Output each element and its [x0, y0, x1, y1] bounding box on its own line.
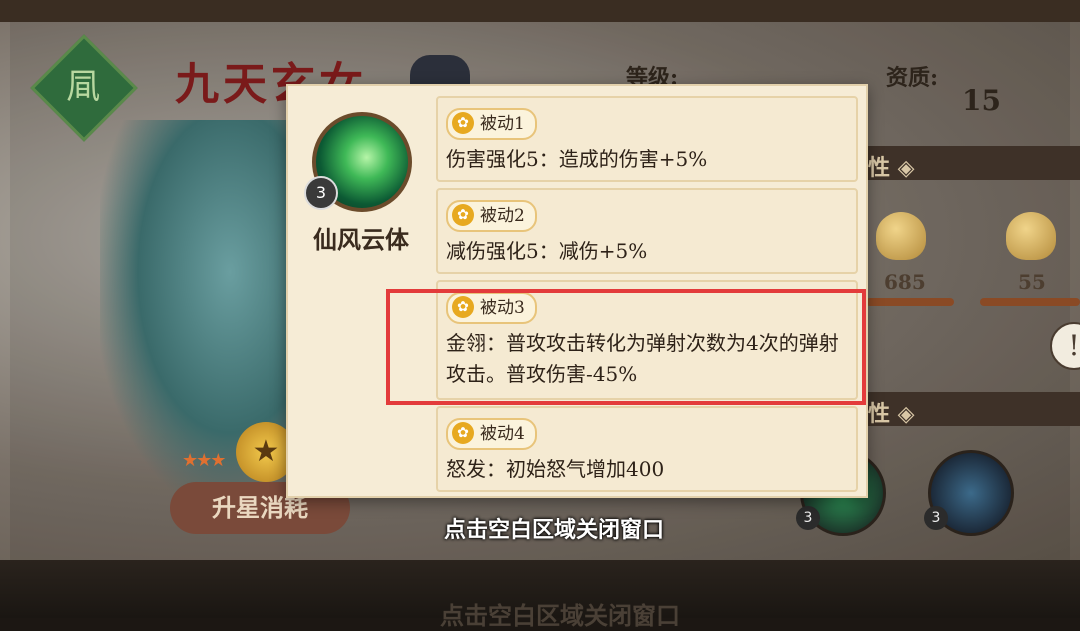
attr-bar-helmet [980, 298, 1080, 306]
skill-name: 仙风云体 [313, 225, 409, 254]
star-rating-icon: ★★★ [182, 450, 226, 471]
background-close-hint: 点击空白区域关闭窗口 [440, 601, 680, 630]
flower-icon: ✿ [452, 422, 474, 444]
skill-section-title: 性 ◈ [868, 401, 915, 427]
passive-tag: ✿ 被动1 [446, 108, 537, 140]
attr-bar-defense [866, 298, 954, 306]
attribute-section-title: 性 ◈ [868, 155, 915, 181]
flower-icon: ✿ [452, 112, 474, 134]
passive-label: 被动2 [480, 206, 525, 226]
passive-tag: ✿ 被动2 [446, 200, 537, 232]
passive-card: ✿ 被动1 伤害强化5：造成的伤害+5% [436, 96, 858, 182]
quality-label: 资质: [886, 65, 939, 91]
faction-glyph: 凬 [66, 67, 100, 107]
close-window-hint[interactable]: 点击空白区域关闭窗口 [444, 512, 664, 544]
attr-value-defense: 685 [884, 270, 926, 294]
passive-card: ✿ 被动2 减伤强化5：减伤+5% [436, 188, 858, 274]
skill-thumbnail-level: 3 [924, 506, 948, 530]
passive-description: 减伤强化5：减伤+5% [446, 239, 648, 263]
passive-label: 被动1 [480, 114, 525, 134]
skill-thumbnail-level: 3 [796, 506, 820, 530]
shield-icon [876, 212, 926, 260]
quality-value: 15 [962, 84, 1001, 117]
skill-level-badge: 3 [304, 176, 338, 210]
passive-card: ✿ 被动4 怒发：初始怒气增加400 [436, 406, 858, 492]
passive-description: 伤害强化5：造成的伤害+5% [446, 147, 708, 171]
passive-tag: ✿ 被动4 [446, 418, 537, 450]
passive-description: 怒发：初始怒气增加400 [446, 457, 665, 481]
helmet-icon [1006, 212, 1056, 260]
attr-value-helmet: 55 [1018, 270, 1046, 294]
passive-label: 被动4 [480, 424, 525, 444]
flower-icon: ✿ [452, 204, 474, 226]
highlight-box [386, 289, 866, 405]
